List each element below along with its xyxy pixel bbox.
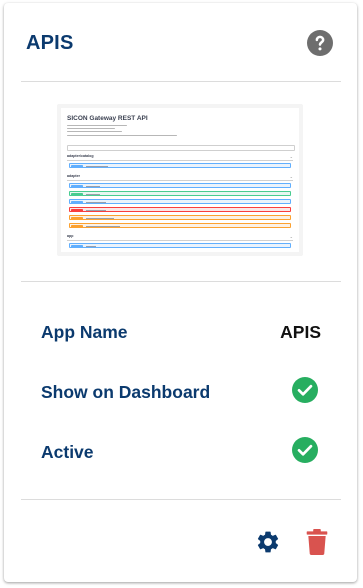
preview-section-label: adapter	[67, 174, 80, 178]
app-name-label: App Name	[41, 322, 128, 342]
active-check-icon	[292, 437, 318, 463]
header-divider	[21, 81, 341, 82]
preview-divider	[21, 281, 341, 282]
preview-section-label: app	[67, 234, 74, 238]
help-icon[interactable]	[307, 30, 333, 56]
app-card: APIS SICON Gateway REST API adapter/cata…	[4, 3, 357, 582]
show-on-dashboard-check-icon	[292, 377, 318, 403]
app-preview-image: SICON Gateway REST API adapter/catalog ⌄…	[57, 104, 303, 256]
app-name-value: APIS	[280, 322, 321, 342]
card-title: APIS	[26, 32, 74, 54]
footer-divider	[21, 499, 341, 500]
trash-icon[interactable]	[306, 529, 328, 555]
preview-title: SICON Gateway REST API	[67, 115, 148, 122]
show-on-dashboard-label: Show on Dashboard	[41, 382, 211, 402]
gear-icon[interactable]	[255, 529, 281, 555]
preview-section-label: adapter/catalog	[67, 154, 94, 158]
active-label: Active	[41, 442, 94, 462]
